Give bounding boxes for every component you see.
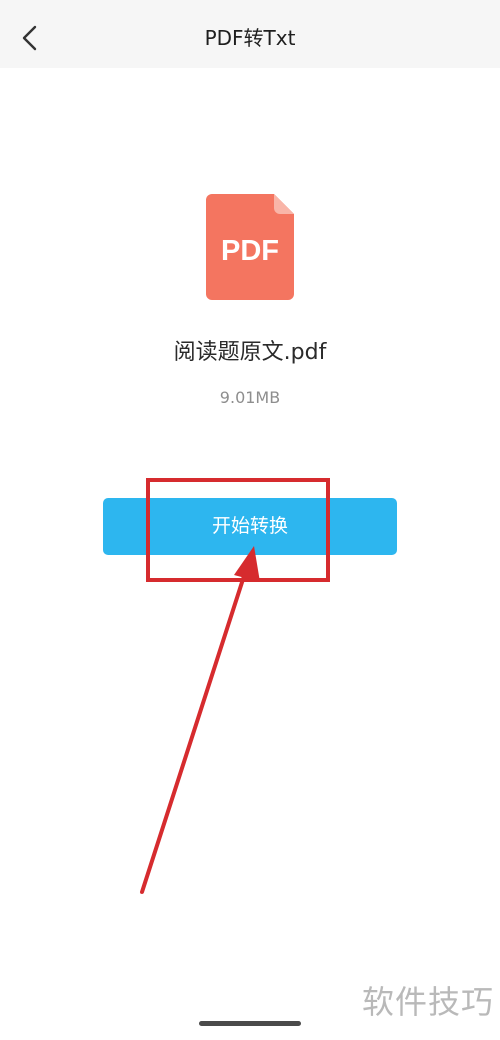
home-indicator[interactable] — [199, 1021, 301, 1026]
file-name: 阅读题原文.pdf — [173, 340, 327, 365]
file-size: 9.01MB — [219, 388, 281, 407]
pdf-icon-label: PDF — [221, 235, 279, 267]
pdf-file-icon: PDF — [206, 194, 294, 300]
watermark: 软件技巧 — [361, 983, 494, 1021]
navigation-bar: PDF转Txt — [0, 0, 500, 68]
start-convert-button[interactable]: 开始转换 — [103, 498, 397, 555]
page-title: PDF转Txt — [204, 26, 296, 50]
